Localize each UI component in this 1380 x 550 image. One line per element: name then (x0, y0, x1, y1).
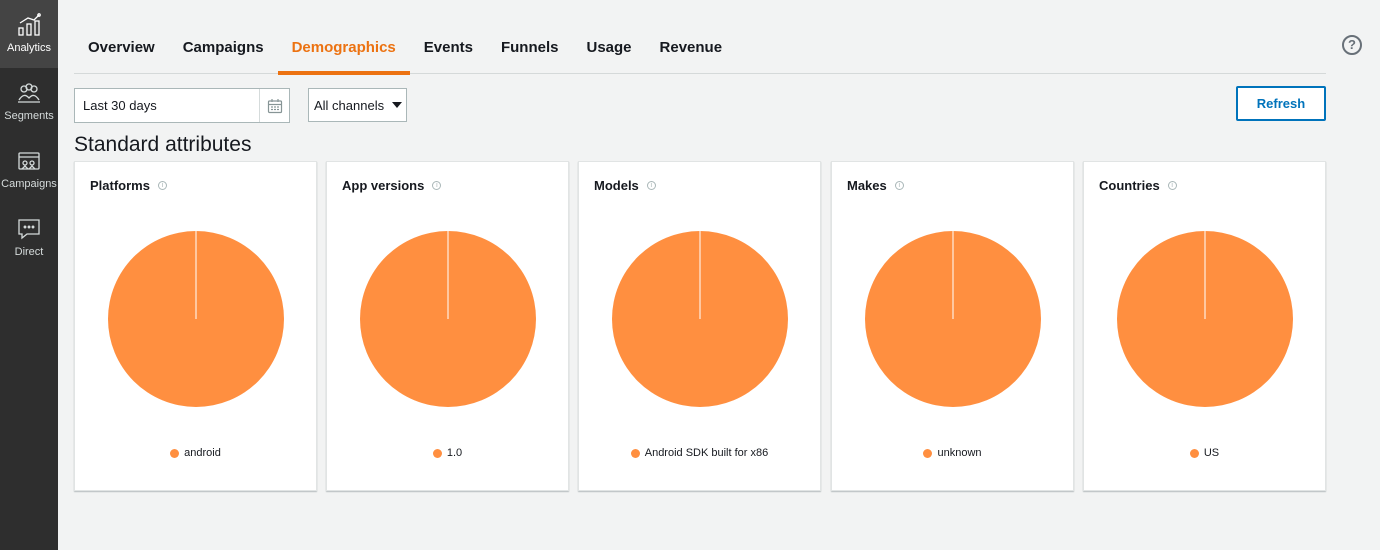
pie-chart (1117, 231, 1293, 407)
sidebar: Analytics Segments Campaigns Direct (0, 0, 58, 550)
card-title: Makes i (847, 178, 904, 193)
legend-swatch (170, 448, 180, 458)
pie-chart (865, 231, 1041, 407)
tab-events[interactable]: Events (410, 26, 487, 74)
sidebar-item-segments[interactable]: Segments (0, 68, 58, 136)
sidebar-item-campaigns[interactable]: Campaigns (0, 136, 58, 204)
chart-legend: Android SDK built for x86 (579, 447, 820, 459)
card-title: App versions i (342, 178, 442, 193)
legend-label: android (184, 447, 221, 459)
calendar-icon (267, 98, 282, 113)
legend-swatch (1189, 448, 1199, 458)
legend-label: Android SDK built for x86 (644, 447, 769, 459)
sidebar-item-label: Analytics (6, 42, 52, 54)
direct-message-icon (18, 219, 40, 240)
campaigns-icon (18, 152, 40, 170)
tab-usage[interactable]: Usage (573, 26, 646, 74)
legend-label: 1.0 (446, 447, 463, 459)
chart-card-makes: Makes i unknown (831, 161, 1074, 491)
pie-chart (108, 231, 284, 407)
info-icon[interactable]: i (1167, 181, 1177, 190)
legend-label: US (1203, 447, 1220, 459)
chart-legend: 1.0 (327, 447, 568, 459)
card-title-text: App versions (342, 178, 425, 193)
tab-campaigns[interactable]: Campaigns (169, 26, 278, 74)
card-title-text: Makes (847, 178, 887, 193)
caret-down-icon (392, 102, 403, 108)
info-icon[interactable]: i (646, 181, 656, 190)
sidebar-item-label: Segments (4, 110, 54, 122)
chart-card-platforms: Platforms i android (74, 161, 317, 491)
pie-chart (612, 231, 788, 407)
help-icon[interactable]: ? (1342, 35, 1362, 55)
chart-legend: US (1084, 447, 1325, 459)
info-icon[interactable]: i (894, 181, 904, 190)
legend-label: unknown (937, 447, 982, 459)
chart-legend: android (75, 447, 316, 459)
date-range-input[interactable] (75, 89, 259, 122)
channel-select[interactable]: All channels (308, 88, 407, 122)
card-title-text: Models (594, 178, 639, 193)
chart-card-countries: Countries i US (1083, 161, 1326, 491)
section-title: Standard attributes (74, 133, 252, 156)
chart-card-app-versions: App versions i 1.0 (326, 161, 569, 491)
analytics-icon (18, 13, 41, 36)
sidebar-item-direct[interactable]: Direct (0, 204, 58, 272)
legend-swatch (432, 448, 442, 458)
tab-overview[interactable]: Overview (74, 26, 169, 74)
card-title-text: Platforms (90, 178, 150, 193)
channel-select-value: All channels (314, 97, 385, 113)
tab-revenue[interactable]: Revenue (646, 26, 737, 74)
card-title-text: Countries (1099, 178, 1160, 193)
tab-demographics[interactable]: Demographics (277, 26, 410, 75)
sidebar-item-label: Direct (14, 246, 44, 258)
legend-swatch (923, 448, 933, 458)
legend-swatch (630, 448, 640, 458)
date-range-picker (74, 88, 290, 123)
card-title: Models i (594, 178, 656, 193)
pie-chart (360, 231, 536, 407)
chart-card-models: Models i Android SDK built for x86 (578, 161, 821, 491)
tab-bar: Overview Campaigns Demographics Events F… (74, 26, 1326, 75)
info-icon[interactable]: i (432, 181, 442, 190)
refresh-button[interactable]: Refresh (1236, 86, 1326, 121)
info-icon[interactable]: i (157, 181, 167, 190)
sidebar-item-label: Campaigns (1, 178, 57, 190)
calendar-button[interactable] (259, 89, 289, 122)
card-title: Platforms i (90, 178, 167, 193)
sidebar-item-analytics[interactable]: Analytics (0, 0, 58, 68)
chart-legend: unknown (832, 447, 1073, 459)
card-title: Countries i (1099, 178, 1177, 193)
segments-icon (18, 83, 40, 103)
tab-funnels[interactable]: Funnels (487, 26, 573, 74)
